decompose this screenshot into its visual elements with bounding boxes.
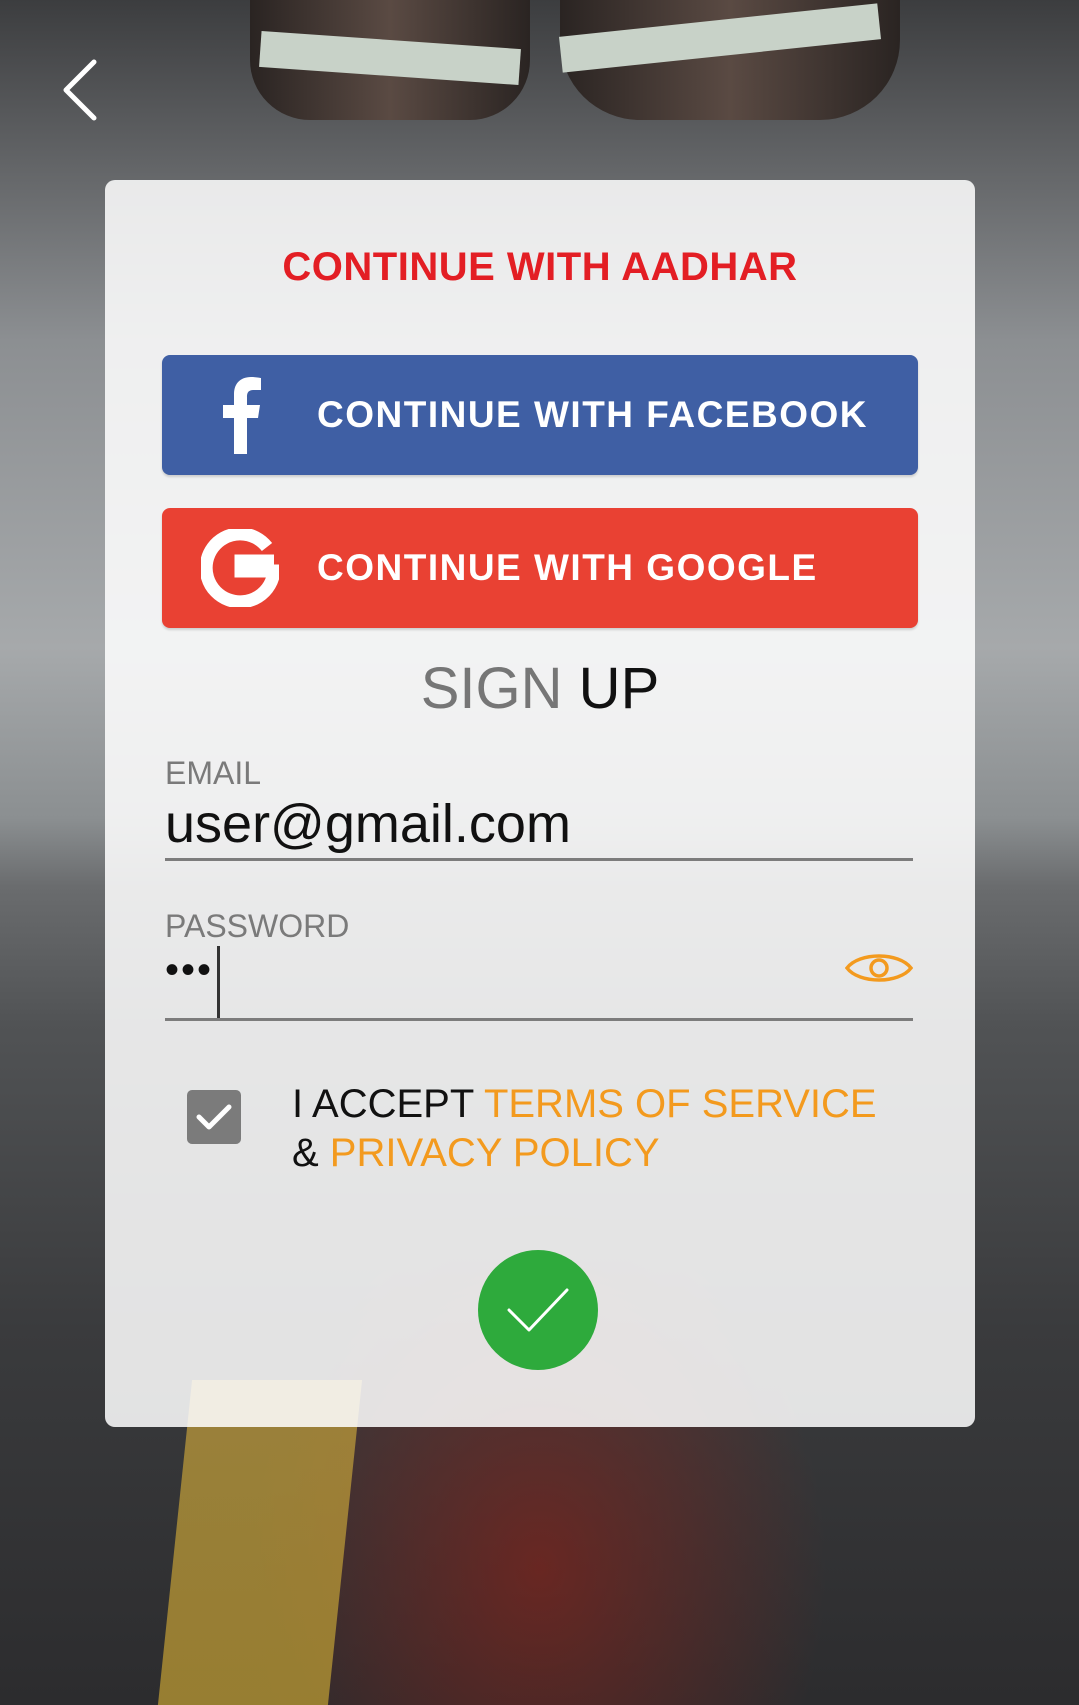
password-underline <box>165 1018 913 1021</box>
facebook-icon <box>162 355 317 475</box>
chevron-left-icon <box>63 59 97 121</box>
google-icon <box>162 508 317 628</box>
checkmark-icon <box>507 1288 569 1332</box>
signup-title: SIGN UP <box>105 655 975 722</box>
back-button[interactable] <box>50 55 110 125</box>
privacy-policy-link[interactable]: PRIVACY POLICY <box>330 1131 660 1175</box>
text-cursor <box>217 946 220 1018</box>
road-line <box>157 1380 363 1705</box>
continue-with-google-button[interactable]: CONTINUE WITH GOOGLE <box>162 508 918 628</box>
facebook-button-label: CONTINUE WITH FACEBOOK <box>317 394 868 435</box>
submit-button[interactable] <box>478 1250 598 1370</box>
email-input[interactable] <box>165 793 913 855</box>
signup-card: CONTINUE WITH AADHAR CONTINUE WITH FACEB… <box>105 180 975 1427</box>
continue-with-facebook-button[interactable]: CONTINUE WITH FACEBOOK <box>162 355 918 475</box>
email-label: EMAIL <box>165 755 262 791</box>
signup-title-part1: SIGN <box>420 656 563 721</box>
terms-joiner: & <box>292 1131 330 1175</box>
continue-with-aadhar-link[interactable]: CONTINUE WITH AADHAR <box>105 245 975 290</box>
signup-title-part2: UP <box>562 656 660 721</box>
checkmark-icon <box>196 1104 232 1130</box>
password-input[interactable]: ••• <box>165 948 213 993</box>
password-field: PASSWORD ••• <box>165 908 913 1028</box>
email-field: EMAIL <box>165 755 913 865</box>
password-label: PASSWORD <box>165 908 350 944</box>
eye-icon[interactable] <box>845 948 913 988</box>
terms-prefix: I ACCEPT <box>292 1082 484 1126</box>
email-underline <box>165 858 913 861</box>
terms-text: I ACCEPT TERMS OF SERVICE & PRIVACY POLI… <box>292 1080 912 1178</box>
terms-of-service-link[interactable]: TERMS OF SERVICE <box>484 1082 877 1126</box>
google-button-label: CONTINUE WITH GOOGLE <box>317 547 818 588</box>
terms-checkbox[interactable] <box>187 1090 241 1144</box>
